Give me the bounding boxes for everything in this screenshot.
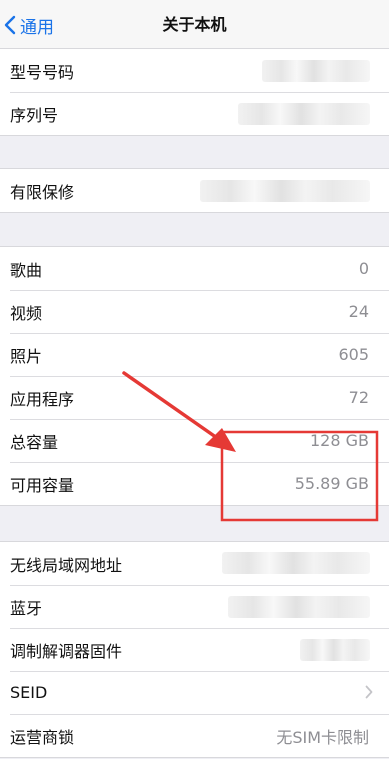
row-label: 有限保修 <box>10 182 75 202</box>
row-label: 视频 <box>10 303 43 323</box>
row-model-number[interactable]: 型号号码 <box>0 49 389 92</box>
row-value: 55.89 GB <box>294 474 369 493</box>
row-value: 0 <box>358 259 369 278</box>
row-label: 运营商锁 <box>10 727 75 747</box>
warranty-group: 有限保修 <box>0 168 389 213</box>
row-value: 605 <box>338 345 369 364</box>
storage-group: 歌曲 0 视频 24 照片 605 应用程序 72 总容量 128 GB 可用容… <box>0 246 389 506</box>
row-serial-number[interactable]: 序列号 <box>0 91 389 135</box>
row-label: SEID <box>10 683 48 702</box>
row-label: 总容量 <box>10 432 59 452</box>
row-label: 照片 <box>10 346 43 366</box>
redacted-value <box>300 639 370 661</box>
row-limited-warranty[interactable]: 有限保修 <box>0 169 389 212</box>
row-wifi-address: 无线局域网地址 <box>0 542 389 585</box>
row-label: 蓝牙 <box>10 598 43 618</box>
row-label: 调制解调器固件 <box>10 641 123 661</box>
row-label: 无线局域网地址 <box>10 555 123 575</box>
row-value: 128 GB <box>310 431 369 450</box>
row-songs: 歌曲 0 <box>0 247 389 290</box>
network-group: 无线局域网地址 蓝牙 调制解调器固件 SEID 运营商锁 无SIM卡限制 <box>0 541 389 758</box>
row-modem-firmware: 调制解调器固件 <box>0 627 389 671</box>
row-videos: 视频 24 <box>0 289 389 333</box>
row-carrier-lock: 运营商锁 无SIM卡限制 <box>0 713 389 757</box>
row-photos: 照片 605 <box>0 332 389 376</box>
row-label: 可用容量 <box>10 475 75 495</box>
row-label: 应用程序 <box>10 389 75 409</box>
row-total-capacity: 总容量 128 GB <box>0 418 389 462</box>
row-available-capacity: 可用容量 55.89 GB <box>0 461 389 505</box>
redacted-value <box>262 60 370 82</box>
device-info-group: 型号号码 序列号 <box>0 48 389 136</box>
redacted-value <box>222 552 370 574</box>
row-value: 24 <box>348 302 369 321</box>
row-label: 序列号 <box>10 105 59 125</box>
redacted-value <box>200 180 370 202</box>
chevron-right-icon <box>365 685 373 699</box>
row-label: 歌曲 <box>10 260 43 280</box>
row-applications: 应用程序 72 <box>0 375 389 419</box>
row-bluetooth: 蓝牙 <box>0 584 389 628</box>
row-value: 无SIM卡限制 <box>276 727 369 747</box>
page-title: 关于本机 <box>162 15 227 34</box>
row-label: 型号号码 <box>10 62 75 82</box>
navigation-bar: 通用 关于本机 <box>0 0 389 51</box>
row-seid[interactable]: SEID <box>0 670 389 714</box>
redacted-value <box>238 103 370 125</box>
redacted-value <box>228 596 370 618</box>
row-value: 72 <box>348 388 369 407</box>
